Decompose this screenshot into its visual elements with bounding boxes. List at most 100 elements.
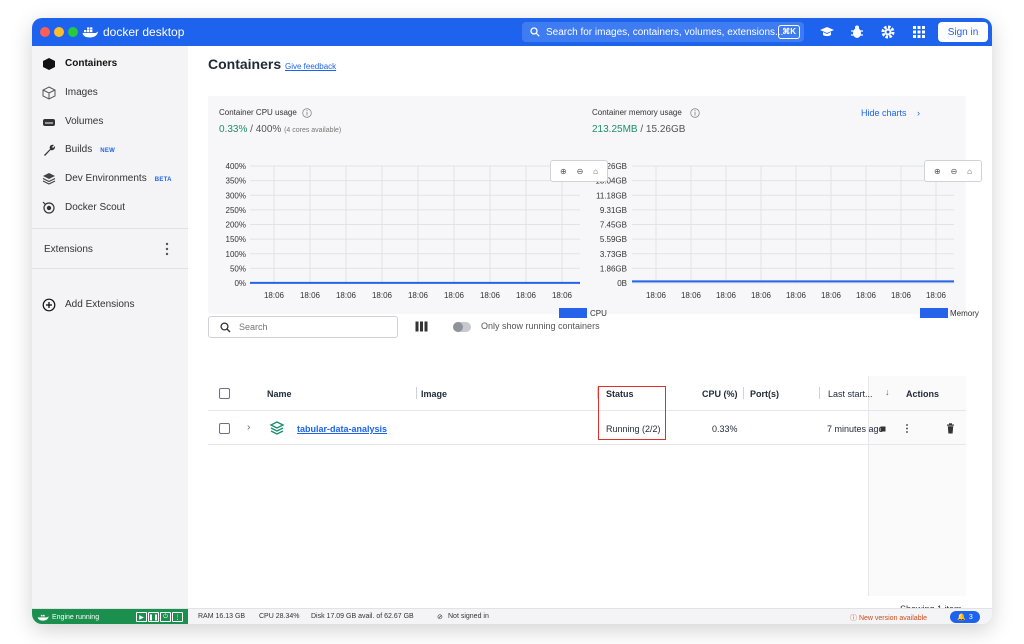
troubleshoot-bug-icon[interactable] xyxy=(849,24,865,40)
sidebar-item-label: Dev Environments xyxy=(65,173,147,184)
reset-zoom-icon[interactable]: ⌂ xyxy=(967,167,972,176)
x-tick-label: 18:06 xyxy=(372,291,393,300)
sidebar-divider xyxy=(32,228,188,229)
sidebar: Containers Images Volumes Builds NEW Dev … xyxy=(32,46,188,608)
x-tick-label: 18:06 xyxy=(751,291,772,300)
sidebar-item-volumes[interactable]: Volumes xyxy=(32,112,188,132)
apps-grid-icon[interactable] xyxy=(911,24,927,40)
memory-zoom-controls: ⊕ ⊖ ⌂ xyxy=(924,160,982,182)
play-icon[interactable]: ▶ xyxy=(136,612,147,622)
y-tick-label: 7.45GB xyxy=(600,221,627,230)
docker-whale-icon xyxy=(37,614,49,621)
sidebar-item-dev-environments[interactable]: Dev Environments BETA xyxy=(32,169,188,189)
engine-status-label: Engine running xyxy=(52,613,100,621)
container-name-link[interactable]: tabular-data-analysis xyxy=(297,424,387,434)
y-tick-label: 300% xyxy=(226,191,246,200)
x-tick-label: 18:06 xyxy=(552,291,573,300)
sidebar-item-images[interactable]: Images xyxy=(32,83,188,103)
cpu-usage: CPU 28.34% xyxy=(259,613,300,620)
close-window-button[interactable] xyxy=(40,27,50,37)
columns-icon[interactable] xyxy=(415,321,428,332)
y-tick-label: 3.73GB xyxy=(600,250,627,259)
app-brand: docker desktop xyxy=(82,24,184,40)
usage-charts: 400% 350% 300% 250% 200% 150% 100% 50% 0% 18:06 18… xyxy=(226,162,954,300)
cpu-legend-swatch xyxy=(559,308,587,318)
status-highlight-box xyxy=(598,386,666,440)
sidebar-item-containers[interactable]: Containers xyxy=(32,54,188,74)
zoom-out-icon[interactable]: ⊖ xyxy=(951,167,958,176)
sign-in-button[interactable]: Sign in xyxy=(938,22,988,42)
column-header-image[interactable]: Image xyxy=(421,389,447,399)
y-tick-label: 250% xyxy=(226,206,246,215)
settings-gear-icon[interactable] xyxy=(880,24,896,40)
minimize-window-button[interactable] xyxy=(54,27,64,37)
global-search[interactable]: Search for images, containers, volumes, … xyxy=(522,22,804,42)
zoom-out-icon[interactable]: ⊖ xyxy=(577,167,584,176)
y-tick-label: 200% xyxy=(226,221,246,230)
zoom-in-icon[interactable]: ⊕ xyxy=(560,167,567,176)
dev-env-icon xyxy=(42,173,56,185)
sidebar-item-label: Volumes xyxy=(65,116,104,127)
new-version-available[interactable]: ⓘ New version available xyxy=(850,613,927,623)
beta-badge: BETA xyxy=(154,177,172,183)
select-all-checkbox[interactable] xyxy=(219,388,230,399)
y-tick-label: 11.18GB xyxy=(596,191,627,200)
y-tick-label: 400% xyxy=(226,162,246,171)
container-search-input[interactable] xyxy=(208,316,398,338)
new-badge: NEW xyxy=(100,148,116,154)
container-last-started: 7 minutes ago xyxy=(827,424,884,434)
cpu-legend-label: CPU xyxy=(590,309,607,318)
zoom-in-icon[interactable]: ⊕ xyxy=(934,167,941,176)
expand-chevron-icon[interactable]: › xyxy=(247,422,250,433)
container-cpu: 0.33% xyxy=(712,424,738,434)
sidebar-item-label-wrap: Builds NEW xyxy=(65,144,115,155)
learning-center-icon[interactable] xyxy=(819,24,835,40)
kebab-menu-icon[interactable] xyxy=(164,242,170,256)
x-tick-label: 18:06 xyxy=(408,291,429,300)
delete-trash-icon[interactable] xyxy=(946,423,955,434)
y-tick-label: 0B xyxy=(617,279,627,288)
column-header-ports[interactable]: Port(s) xyxy=(750,389,779,399)
sidebar-item-label: Docker Scout xyxy=(65,202,126,213)
memory-legend-label: Memory xyxy=(950,309,979,318)
column-header-actions: Actions xyxy=(906,389,940,399)
running-only-label: Only show running containers xyxy=(481,321,600,331)
stop-icon[interactable] xyxy=(879,425,887,433)
sidebar-item-docker-scout[interactable]: Docker Scout xyxy=(32,198,188,218)
x-tick-label: 18:06 xyxy=(681,291,702,300)
engine-status[interactable]: Engine running ▶ ❚❚ ⏻ ⋮ xyxy=(32,609,188,624)
notifications-button[interactable]: 🔔 3 xyxy=(950,611,980,623)
sidebar-item-builds[interactable]: Builds NEW xyxy=(32,140,188,160)
x-tick-label: 18:06 xyxy=(716,291,737,300)
memory-legend-swatch xyxy=(920,308,948,318)
app-name: docker desktop xyxy=(103,25,185,39)
x-tick-label: 18:06 xyxy=(300,291,321,300)
power-icon[interactable]: ⏻ xyxy=(160,612,171,622)
column-divider xyxy=(743,387,744,399)
sidebar-item-label: Builds xyxy=(65,144,93,155)
maximize-window-button[interactable] xyxy=(68,27,78,37)
pause-icon[interactable]: ❚❚ xyxy=(148,612,159,622)
y-tick-label: 5.59GB xyxy=(600,235,627,244)
x-tick-label: 18:06 xyxy=(821,291,842,300)
table-header-divider xyxy=(208,410,966,411)
x-tick-label: 18:06 xyxy=(786,291,807,300)
running-only-toggle[interactable] xyxy=(453,322,471,332)
more-vertical-icon[interactable]: ⋮ xyxy=(172,612,183,622)
y-tick-label: 50% xyxy=(230,264,246,273)
x-tick-label: 18:06 xyxy=(480,291,501,300)
kebab-menu-icon[interactable] xyxy=(905,423,909,434)
y-tick-label: 0% xyxy=(234,279,246,288)
column-header-cpu[interactable]: CPU (%) xyxy=(702,389,738,399)
scout-icon xyxy=(42,201,55,214)
row-select-checkbox[interactable] xyxy=(219,423,230,434)
column-divider xyxy=(416,387,417,399)
reset-zoom-icon[interactable]: ⌂ xyxy=(593,167,598,176)
search-icon xyxy=(530,27,540,37)
column-header-name[interactable]: Name xyxy=(267,389,292,399)
sort-arrow-icon[interactable]: ↓ xyxy=(885,387,890,397)
column-header-last-started[interactable]: Last start... xyxy=(828,389,873,399)
add-extensions-button[interactable]: Add Extensions xyxy=(32,295,188,315)
x-tick-label: 18:06 xyxy=(516,291,537,300)
x-tick-label: 18:06 xyxy=(336,291,357,300)
